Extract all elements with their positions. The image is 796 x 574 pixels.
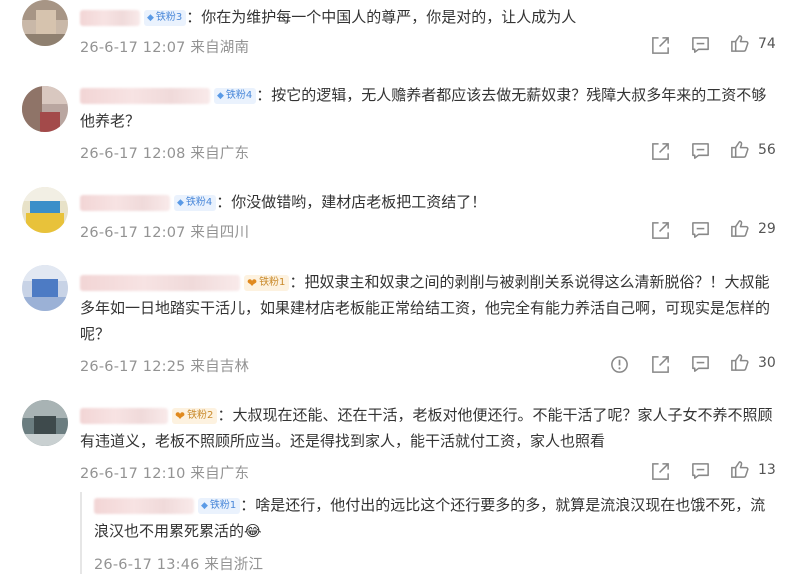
like-count: 30 (758, 354, 776, 371)
reply-item: ◆ 铁粉1 ：啥是还行，他付出的远比这个还行要多的多，就算是流浪汉现在也饿不死，流浪… (80, 492, 780, 574)
reply-button[interactable] (690, 35, 711, 56)
thumbs-up-icon (729, 33, 750, 54)
share-icon (650, 461, 671, 482)
thumbs-up-icon (729, 139, 750, 160)
like-button[interactable]: 74 (729, 33, 776, 54)
like-button[interactable]: 56 (729, 139, 776, 160)
reply-button[interactable] (690, 461, 711, 482)
comment-icon (690, 461, 711, 482)
comment-actions: 29 (0, 218, 796, 244)
reply-text: ◆ 铁粉1 ：啥是还行，他付出的远比这个还行要多的多，就算是流浪汉现在也饿不死，流浪… (94, 496, 766, 540)
diamond-icon: ◆ (201, 500, 208, 511)
comment-actions: 13 (0, 459, 796, 485)
avatar[interactable] (22, 265, 68, 311)
diamond-icon: ◆ (177, 197, 184, 208)
fan-badge[interactable]: ◆ 铁粉1 (198, 497, 241, 514)
like-count: 13 (758, 461, 776, 478)
report-button[interactable] (609, 354, 630, 375)
like-count: 29 (758, 220, 776, 237)
report-icon (609, 354, 630, 375)
username[interactable] (80, 274, 240, 291)
like-button[interactable]: 29 (729, 218, 776, 239)
like-count: 56 (758, 141, 776, 158)
username[interactable] (80, 87, 210, 104)
comment-text: ◆ 铁粉4 ：你没做错哟，建材店老板把工资结了！ (80, 189, 780, 215)
username[interactable] (94, 497, 194, 514)
comment-icon (690, 354, 711, 375)
comment-actions: 30 (0, 352, 796, 378)
fan-badge[interactable]: ❤ 铁粉1 (244, 274, 290, 291)
like-button[interactable]: 13 (729, 459, 776, 480)
comment-text: ◆ 铁粉4 ：按它的逻辑，无人赡养者都应该去做无薪奴隶？残障大叔多年来的工资不够他养… (80, 86, 767, 130)
comment-text: ❤ 铁粉2 ：大叔现在还能、还在干活，老板对他便还行。不能干活了呢？家人子女不养不照… (80, 406, 773, 450)
like-count: 74 (758, 35, 776, 52)
share-icon (650, 141, 671, 162)
comment-icon (690, 141, 711, 162)
share-icon (650, 35, 671, 56)
share-button[interactable] (650, 35, 671, 56)
comment-icon (690, 220, 711, 241)
username[interactable] (80, 194, 170, 211)
reply-button[interactable] (690, 220, 711, 241)
comment-text: ❤ 铁粉1 ：把奴隶主和奴隶之间的剥削与被剥削关系说得这么清新脱俗？！大叔能多年如一… (80, 273, 771, 343)
fan-badge[interactable]: ◆ 铁粉4 (174, 194, 217, 211)
comment-actions: 56 (0, 139, 796, 165)
thumbs-up-icon (729, 459, 750, 480)
share-icon (650, 220, 671, 241)
avatar[interactable] (22, 400, 68, 446)
share-icon (650, 354, 671, 375)
comment-text: ◆ 铁粉3 ：你在为维护每一个中国人的尊严，你是对的，让人成为人 (80, 4, 780, 30)
thumbs-up-icon (729, 218, 750, 239)
share-button[interactable] (650, 220, 671, 241)
share-button[interactable] (650, 354, 671, 375)
fan-badge[interactable]: ◆ 铁粉3 (144, 9, 187, 26)
comment-icon (690, 35, 711, 56)
share-button[interactable] (650, 461, 671, 482)
heart-icon: ❤ (175, 408, 186, 423)
username[interactable] (80, 407, 168, 424)
reply-meta: 26-6-17 13:46 来自浙江 (94, 557, 264, 573)
share-button[interactable] (650, 141, 671, 162)
laughing-emoji-icon: 😂 (244, 522, 262, 540)
heart-icon: ❤ (247, 275, 258, 290)
reply-button[interactable] (690, 354, 711, 375)
diamond-icon: ◆ (147, 12, 154, 23)
comment-actions: 74 (0, 33, 796, 59)
reply-button[interactable] (690, 141, 711, 162)
thumbs-up-icon (729, 352, 750, 373)
username[interactable] (80, 9, 140, 26)
diamond-icon: ◆ (217, 90, 224, 101)
like-button[interactable]: 30 (729, 352, 776, 373)
fan-badge[interactable]: ◆ 铁粉4 (214, 87, 257, 104)
fan-badge[interactable]: ❤ 铁粉2 (172, 407, 218, 424)
avatar[interactable] (22, 86, 68, 132)
